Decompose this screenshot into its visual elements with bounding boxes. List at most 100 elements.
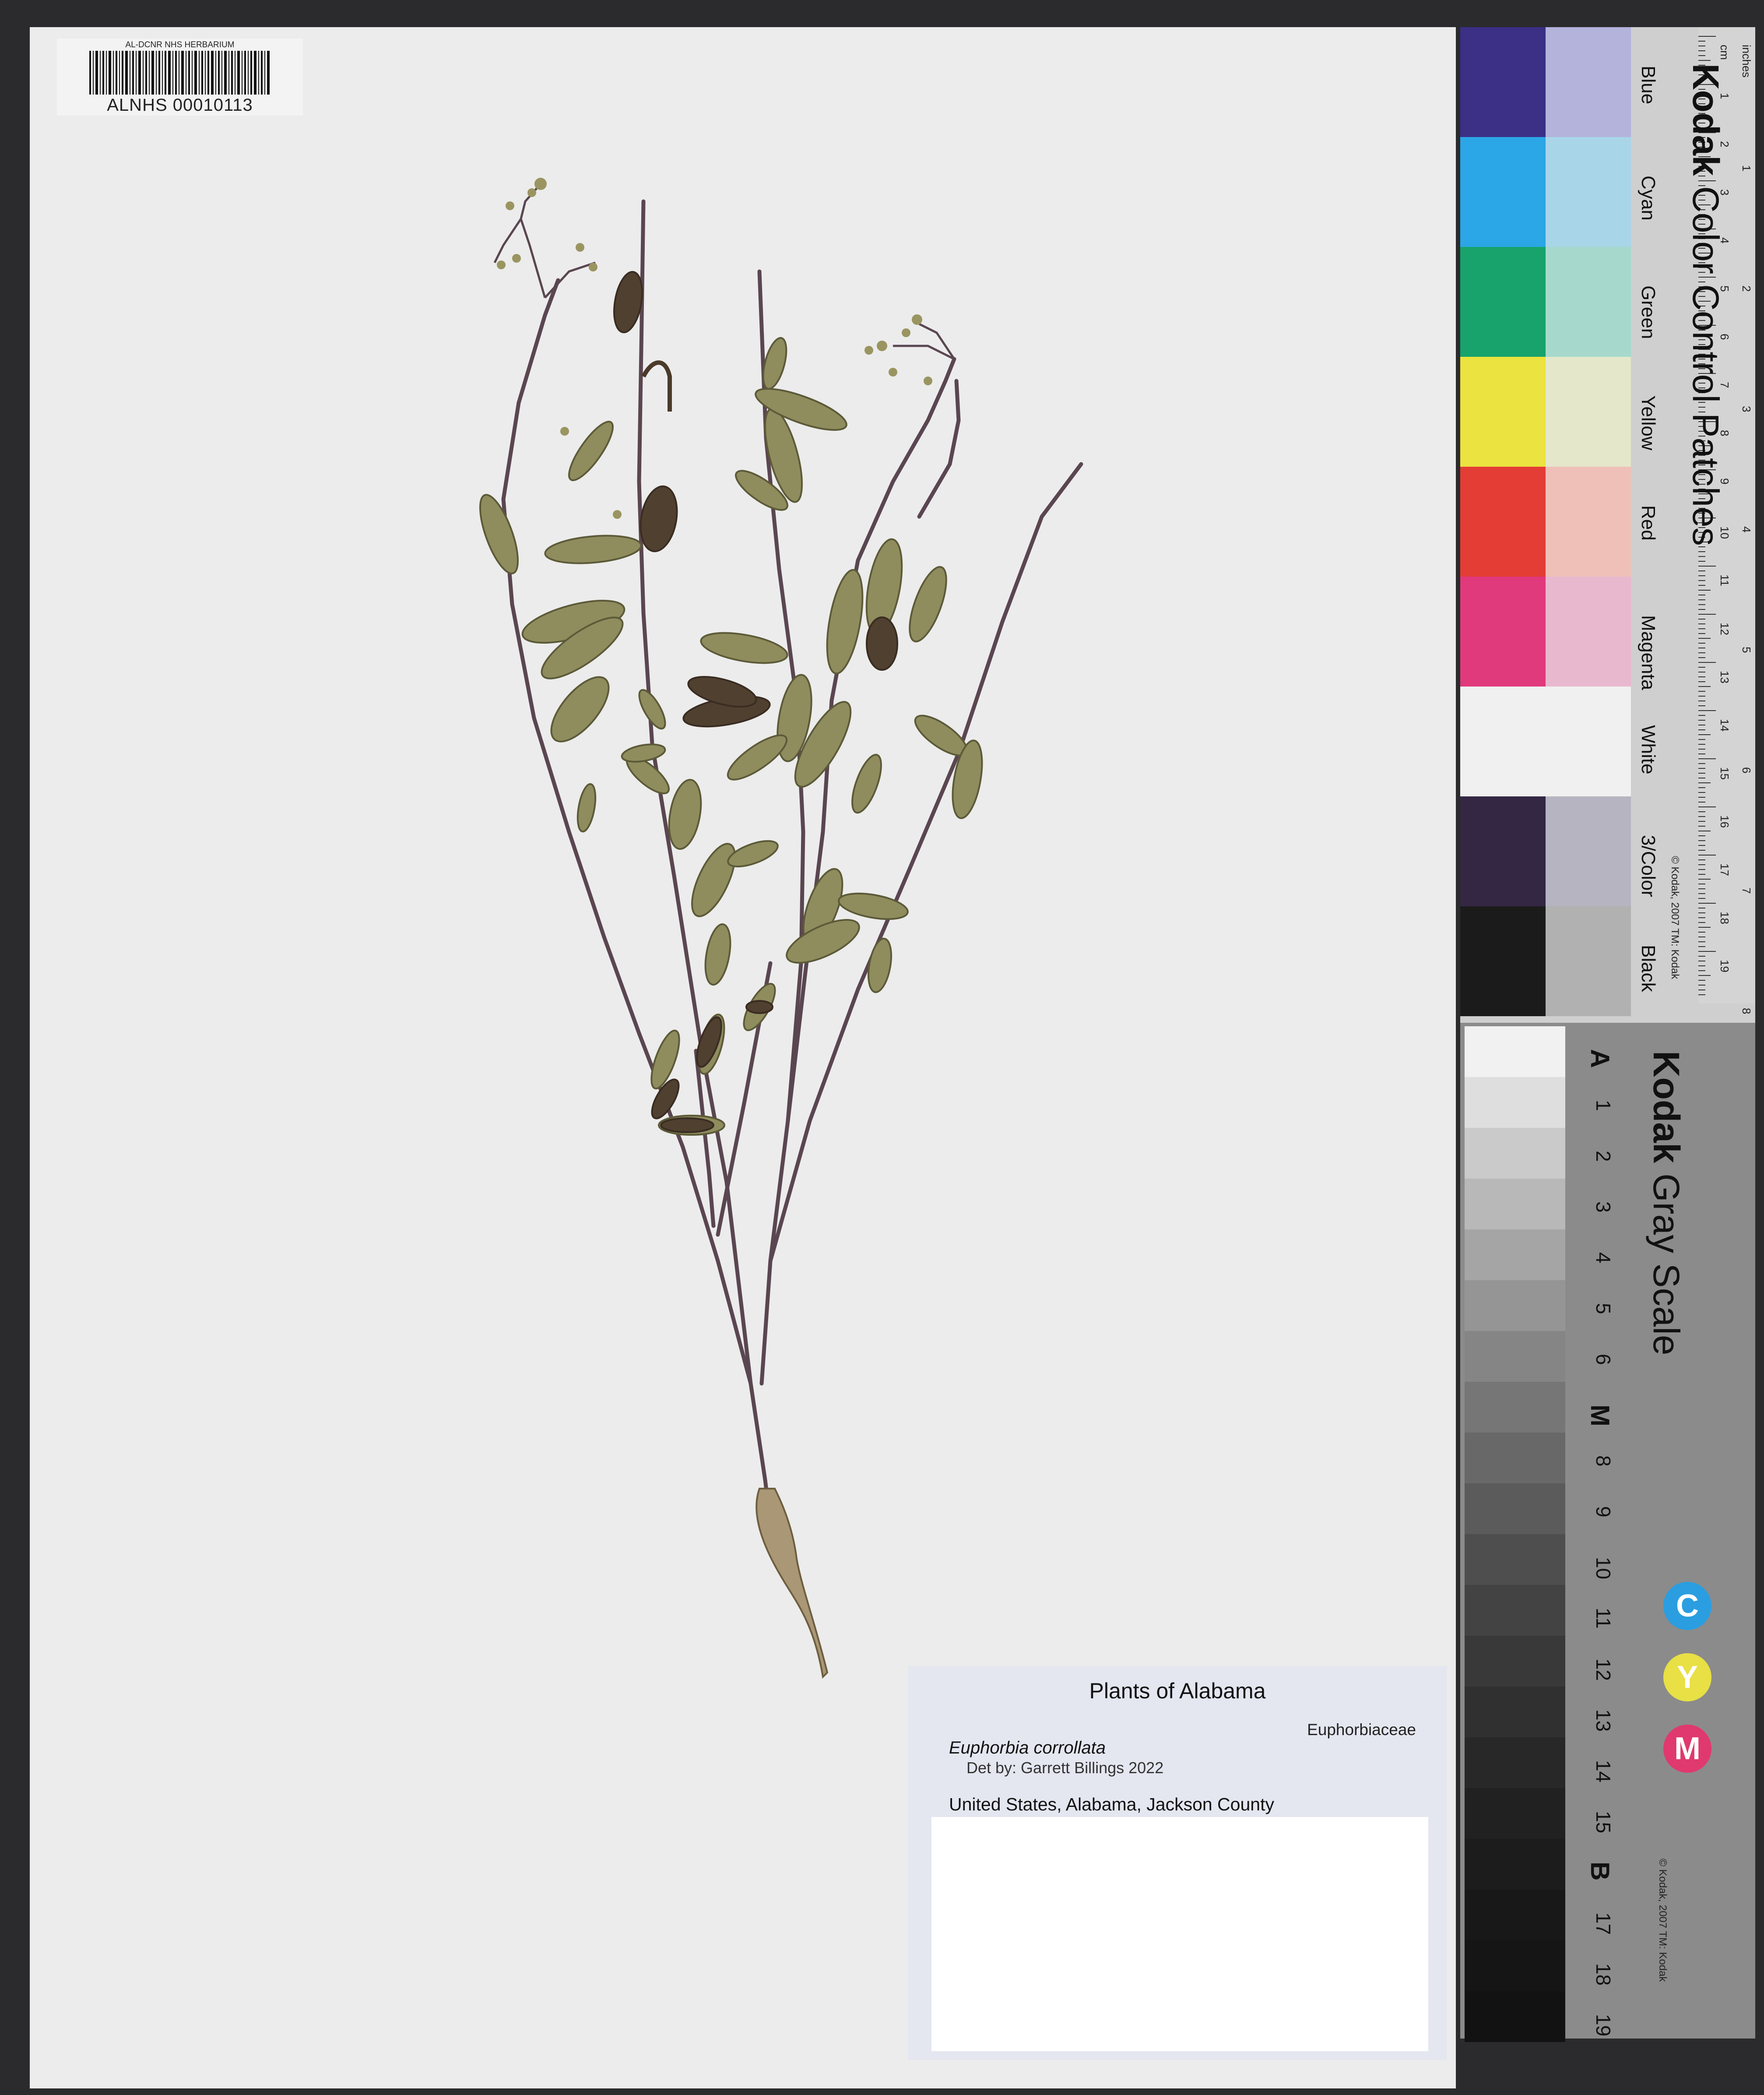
ruler-cm-label: 16	[1718, 815, 1731, 828]
patch-label: Magenta	[1637, 615, 1659, 690]
ruler-tick	[1698, 662, 1716, 663]
color-patch-3-1	[1546, 357, 1631, 467]
gray-patch	[1465, 1483, 1565, 1534]
ruler-tick	[1698, 633, 1705, 634]
color-patch-2-0	[1460, 247, 1546, 357]
ruler-tick	[1698, 859, 1705, 860]
ruler-tick	[1698, 681, 1705, 682]
ruler-tick	[1698, 705, 1705, 706]
gray-step-label: 13	[1592, 1709, 1615, 1732]
ruler-tick	[1698, 922, 1705, 923]
gray-patch	[1465, 1280, 1565, 1331]
ruler-tick	[1698, 561, 1705, 562]
ruler-tick	[1698, 927, 1711, 928]
ruler-tick	[1698, 768, 1705, 769]
ruler-tick	[1698, 932, 1705, 933]
ruler-tick	[1698, 773, 1705, 774]
ruler-inch-label: 3	[1740, 406, 1753, 412]
ruler-tick	[1698, 985, 1705, 986]
ruler-cm-label: 17	[1718, 863, 1731, 876]
ruler-tick	[1698, 864, 1705, 865]
ruler-tick	[1698, 821, 1705, 822]
gray-step-label: M	[1585, 1405, 1615, 1426]
color-patch-5-1	[1546, 577, 1631, 687]
ruler-tick	[1698, 970, 1705, 971]
gray-step-label: 4	[1592, 1252, 1615, 1264]
ruler-tick	[1698, 879, 1711, 880]
color-patch-8-1	[1546, 906, 1631, 1016]
ruler-tick	[1698, 874, 1705, 875]
ruler-tick	[1698, 604, 1705, 605]
ruler-tick	[1698, 792, 1705, 793]
ruler-cm-label: 12	[1718, 623, 1731, 635]
ruler-inch-label: 1	[1740, 165, 1753, 172]
color-chart-brand: Kodak Color Control Patches	[1685, 63, 1726, 546]
color-patches	[1460, 27, 1631, 1023]
ruler-tick	[1698, 551, 1705, 552]
color-patch-4-1	[1546, 467, 1631, 577]
color-patch-7-1	[1546, 796, 1631, 906]
color-patch-6-0	[1460, 687, 1546, 796]
ruler-tick	[1698, 850, 1705, 851]
cym-circle: M	[1663, 1725, 1711, 1773]
ruler-tick	[1698, 797, 1705, 798]
gray-step-label: 2	[1592, 1151, 1615, 1162]
gray-step-label: 18	[1592, 1963, 1615, 1986]
ruler-tick	[1698, 888, 1705, 889]
ruler-tick	[1698, 599, 1705, 600]
ruler-tick	[1698, 580, 1705, 581]
gray-patch	[1465, 1687, 1565, 1737]
ruler-tick	[1698, 667, 1705, 668]
gray-patch	[1465, 1991, 1565, 2042]
redacted-region	[931, 1817, 1428, 2051]
ruler-cm-label: 19	[1718, 960, 1731, 972]
cym-circle: C	[1663, 1582, 1711, 1630]
ruler-inch-label: 7	[1740, 887, 1753, 894]
gray-step-label: 1	[1592, 1100, 1615, 1111]
color-patch-0-0	[1460, 27, 1546, 137]
gray-step-label: 17	[1592, 1912, 1615, 1935]
ruler-cm-label: 11	[1718, 574, 1731, 586]
gray-step-label: 10	[1592, 1557, 1615, 1580]
ruler-tick	[1698, 893, 1705, 894]
ruler-tick	[1698, 638, 1711, 639]
ruler-tick	[1698, 575, 1705, 576]
ruler-tick	[1698, 628, 1705, 629]
gray-step-label: 3	[1592, 1201, 1615, 1213]
ruler-tick	[1698, 951, 1716, 952]
color-patch-6-1	[1546, 687, 1631, 796]
ruler-tick	[1698, 980, 1705, 981]
ruler-inch-label: inches	[1740, 45, 1753, 78]
gray-step-label: 8	[1592, 1455, 1615, 1467]
ruler-tick	[1698, 41, 1705, 42]
patch-label: Red	[1637, 505, 1659, 541]
color-chart-copyright: © Kodak, 2007 TM: Kodak	[1669, 856, 1681, 979]
ruler-tick	[1698, 903, 1716, 904]
ruler-tick	[1698, 643, 1705, 644]
ruler-tick	[1698, 546, 1705, 547]
gray-patch	[1465, 1940, 1565, 1991]
ruler-cm-label: 13	[1718, 671, 1731, 683]
gray-step-label: 14	[1592, 1760, 1615, 1783]
ruler-tick	[1698, 753, 1705, 754]
ruler-tick	[1698, 782, 1711, 783]
ruler-inch-label: 4	[1740, 526, 1753, 533]
ruler-tick	[1698, 729, 1705, 730]
ruler-tick	[1698, 758, 1716, 759]
patch-label: Green	[1637, 285, 1659, 339]
ruler-tick	[1698, 686, 1711, 687]
color-patch-7-0	[1460, 796, 1546, 906]
ruler-tick	[1698, 734, 1711, 735]
ruler-tick	[1698, 749, 1705, 750]
patch-label: Yellow	[1637, 395, 1659, 451]
color-patch-3-0	[1460, 357, 1546, 467]
color-patch-1-0	[1460, 137, 1546, 247]
color-patch-0-1	[1546, 27, 1631, 137]
gray-patch	[1465, 1534, 1565, 1585]
ruler-tick	[1698, 623, 1705, 624]
ruler-tick	[1698, 941, 1705, 942]
gray-step-label: 6	[1592, 1354, 1615, 1365]
ruler-tick	[1698, 696, 1705, 697]
ruler-inch-label: 2	[1740, 285, 1753, 292]
gray-step-label: 19	[1592, 2014, 1615, 2037]
